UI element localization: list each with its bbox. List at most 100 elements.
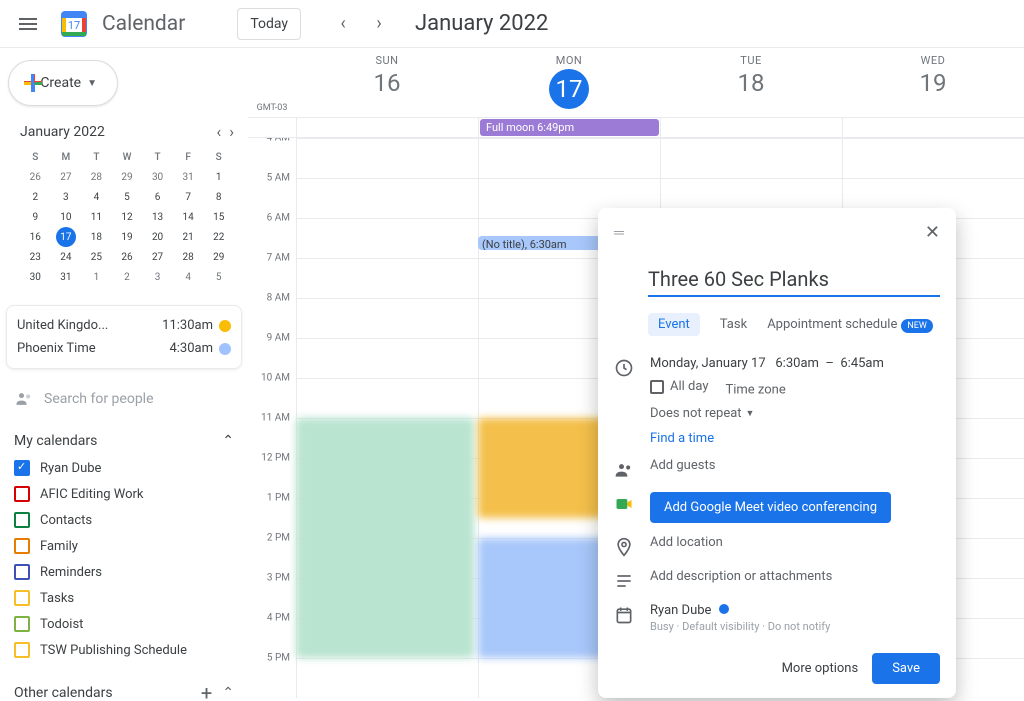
today-button[interactable]: Today (237, 8, 301, 40)
calendar-list-item[interactable]: TSW Publishing Schedule (14, 637, 234, 663)
mini-day-cell[interactable]: 30 (20, 267, 51, 287)
mini-day-cell[interactable]: 21 (173, 227, 204, 247)
timezone-link[interactable]: Time zone (725, 383, 785, 398)
mini-day-cell[interactable]: 22 (203, 227, 234, 247)
mini-prev-button[interactable]: ‹ (216, 122, 221, 141)
calendar-list-item[interactable]: AFIC Editing Work (14, 481, 234, 507)
organizer-info[interactable]: Ryan Dube Busy · Default visibility · Do… (650, 603, 940, 633)
mini-day-cell[interactable]: 31 (51, 267, 82, 287)
mini-day-cell[interactable]: 18 (81, 227, 112, 247)
allday-cell[interactable] (842, 118, 1024, 137)
mini-day-cell[interactable]: 11 (81, 207, 112, 227)
mini-day-cell[interactable]: 5 (203, 267, 234, 287)
allday-cell[interactable] (296, 118, 478, 137)
tab-appointment[interactable]: Appointment scheduleNEW (767, 317, 933, 332)
hour-label: 2 PM (267, 533, 290, 544)
calendar-list-item[interactable]: Reminders (14, 559, 234, 585)
mini-day-cell[interactable]: 14 (173, 207, 204, 227)
allday-cell[interactable] (660, 118, 842, 137)
drag-handle-icon[interactable]: ═ (614, 224, 626, 241)
mini-day-cell[interactable]: 12 (112, 207, 143, 227)
day-column-header[interactable]: TUE18 (660, 48, 842, 117)
mini-day-cell[interactable]: 5 (112, 187, 143, 207)
calendar-checkbox[interactable] (14, 538, 30, 554)
calendar-checkbox[interactable] (14, 512, 30, 528)
add-location-field[interactable]: Add location (650, 535, 940, 550)
mini-day-cell[interactable]: 26 (20, 167, 51, 187)
search-people[interactable]: Search for people (0, 379, 248, 419)
mini-day-cell[interactable]: 3 (142, 267, 173, 287)
calendar-checkbox[interactable] (14, 486, 30, 502)
mini-day-cell[interactable]: 6 (142, 187, 173, 207)
mini-day-cell[interactable]: 10 (51, 207, 82, 227)
app-header: 17 Calendar Today ‹ › January 2022 (0, 0, 1024, 48)
mini-day-cell[interactable]: 27 (51, 167, 82, 187)
close-button[interactable]: ✕ (919, 218, 946, 247)
mini-day-cell[interactable]: 29 (203, 247, 234, 267)
mini-day-cell[interactable]: 20 (142, 227, 173, 247)
mini-day-cell[interactable]: 27 (142, 247, 173, 267)
add-meet-button[interactable]: Add Google Meet video conferencing (650, 492, 891, 523)
mini-day-cell[interactable]: 26 (112, 247, 143, 267)
mini-day-cell[interactable]: 31 (173, 167, 204, 187)
calendar-event[interactable] (296, 418, 474, 658)
other-calendars-row[interactable]: Other calendars + ⌃ (0, 671, 248, 701)
mini-day-cell[interactable]: 30 (142, 167, 173, 187)
calendar-checkbox[interactable] (14, 564, 30, 580)
tab-event[interactable]: Event (648, 313, 700, 336)
find-time-link[interactable]: Find a time (650, 431, 940, 446)
mini-day-cell[interactable]: 15 (203, 207, 234, 227)
main-menu-button[interactable] (8, 4, 48, 44)
mini-day-cell[interactable]: 29 (112, 167, 143, 187)
mini-day-cell[interactable]: 7 (173, 187, 204, 207)
add-description-field[interactable]: Add description or attachments (650, 569, 940, 584)
mini-day-cell[interactable]: 3 (51, 187, 82, 207)
day-column-header[interactable]: SUN16 (296, 48, 478, 117)
calendar-list-item[interactable]: Tasks (14, 585, 234, 611)
mini-day-cell[interactable]: 17 (51, 227, 82, 247)
calendar-checkbox[interactable] (14, 616, 30, 632)
next-period-button[interactable]: › (363, 8, 395, 40)
calendar-list-item[interactable]: Family (14, 533, 234, 559)
chevron-up-icon[interactable]: ⌃ (222, 685, 234, 701)
mini-day-cell[interactable]: 13 (142, 207, 173, 227)
allday-event[interactable]: Full moon 6:49pm (480, 119, 659, 136)
mini-day-cell[interactable]: 1 (81, 267, 112, 287)
mini-day-cell[interactable]: 28 (81, 167, 112, 187)
mini-day-cell[interactable]: 16 (20, 227, 51, 247)
mini-day-cell[interactable]: 4 (173, 267, 204, 287)
mini-day-cell[interactable]: 25 (81, 247, 112, 267)
calendar-checkbox[interactable] (14, 642, 30, 658)
event-title-input[interactable] (648, 263, 940, 297)
mini-day-cell[interactable]: 9 (20, 207, 51, 227)
event-datetime[interactable]: Monday, January 17 6:30am – 6:45am (650, 356, 940, 371)
mini-day-cell[interactable]: 19 (112, 227, 143, 247)
mini-day-cell[interactable]: 28 (173, 247, 204, 267)
calendar-list-item[interactable]: Contacts (14, 507, 234, 533)
calendar-list-item[interactable]: Ryan Dube (14, 455, 234, 481)
mini-day-cell[interactable]: 4 (81, 187, 112, 207)
day-column-header[interactable]: MON17 (478, 48, 660, 117)
mini-day-cell[interactable]: 2 (20, 187, 51, 207)
repeat-dropdown[interactable]: Does not repeat ▼ (650, 406, 940, 421)
mini-day-cell[interactable]: 8 (203, 187, 234, 207)
calendar-list-item[interactable]: Todoist (14, 611, 234, 637)
mini-day-cell[interactable]: 23 (20, 247, 51, 267)
add-calendar-icon[interactable]: + (201, 681, 212, 701)
tab-task[interactable]: Task (720, 317, 747, 332)
mini-day-cell[interactable]: 24 (51, 247, 82, 267)
mini-next-button[interactable]: › (229, 122, 234, 141)
allday-cell[interactable]: Full moon 6:49pm (478, 118, 660, 137)
day-column-header[interactable]: WED19 (842, 48, 1024, 117)
mini-day-cell[interactable]: 1 (203, 167, 234, 187)
calendar-checkbox[interactable] (14, 460, 30, 476)
all-day-checkbox[interactable]: All day (650, 379, 709, 394)
calendar-checkbox[interactable] (14, 590, 30, 606)
create-button[interactable]: Create ▼ (8, 60, 118, 106)
my-calendars-toggle[interactable]: My calendars ⌃ (14, 427, 234, 455)
mini-day-cell[interactable]: 2 (112, 267, 143, 287)
add-guests-field[interactable]: Add guests (650, 458, 940, 473)
save-button[interactable]: Save (872, 653, 940, 684)
prev-period-button[interactable]: ‹ (327, 8, 359, 40)
more-options-button[interactable]: More options (782, 661, 859, 676)
